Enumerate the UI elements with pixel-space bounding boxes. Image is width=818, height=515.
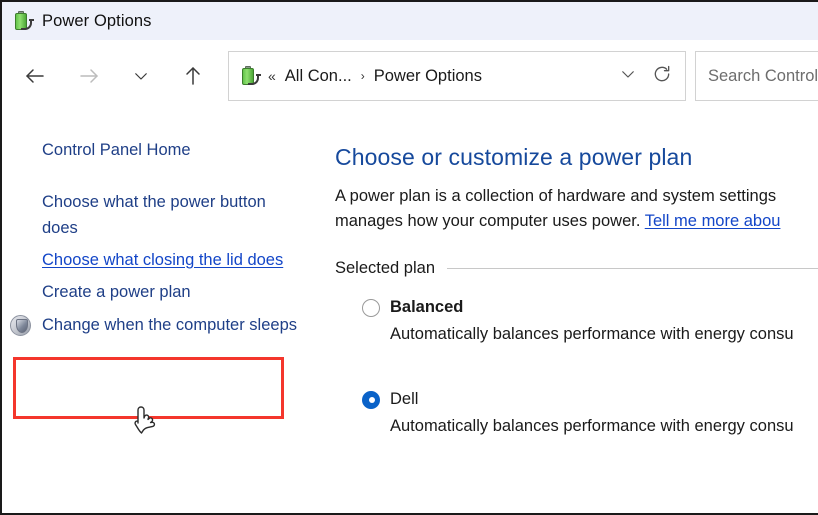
up-one-level-button[interactable] bbox=[172, 55, 214, 97]
sidebar-item-power-button-does[interactable]: Choose what the power button does bbox=[2, 189, 318, 241]
sidebar-item-control-panel-home[interactable]: Control Panel Home bbox=[2, 137, 318, 163]
group-label: Selected plan bbox=[335, 259, 435, 278]
plan-name: Balanced bbox=[390, 298, 463, 317]
breadcrumb-separator-icon: › bbox=[361, 69, 365, 83]
refresh-button[interactable] bbox=[645, 59, 679, 93]
power-plan-battery-icon bbox=[12, 10, 34, 32]
forward-button[interactable] bbox=[68, 55, 110, 97]
group-header: Selected plan bbox=[335, 259, 818, 278]
breadcrumb-overflow-icon[interactable]: « bbox=[268, 68, 276, 84]
plan-row[interactable]: Dell bbox=[362, 390, 818, 409]
recent-locations-button[interactable] bbox=[120, 55, 162, 97]
tell-me-more-link[interactable]: Tell me more abou bbox=[645, 212, 781, 230]
window-title: Power Options bbox=[42, 12, 152, 31]
arrow-left-icon bbox=[23, 64, 47, 88]
sidebar: Control Panel Home Choose what the power… bbox=[2, 114, 318, 515]
plan-description: Automatically balances performance with … bbox=[362, 417, 818, 436]
radio-balanced[interactable] bbox=[362, 299, 380, 317]
address-dropdown-button[interactable] bbox=[611, 59, 645, 93]
shield-icon bbox=[10, 315, 31, 336]
sidebar-item-closing-lid-does[interactable]: Choose what closing the lid does bbox=[2, 247, 318, 273]
address-bar[interactable]: « All Con... › Power Options bbox=[228, 51, 686, 101]
radio-dell[interactable] bbox=[362, 391, 380, 409]
navigation-bar: « All Con... › Power Options bbox=[2, 40, 818, 112]
plan-description: Automatically balances performance with … bbox=[362, 325, 818, 344]
selected-plan-group: Selected plan Balanced Automatically bal… bbox=[318, 259, 818, 436]
chevron-down-icon bbox=[619, 65, 637, 88]
arrow-right-icon bbox=[77, 64, 101, 88]
arrow-up-icon bbox=[181, 64, 205, 88]
title-bar: Power Options bbox=[2, 2, 818, 40]
breadcrumb-power-options[interactable]: Power Options bbox=[374, 67, 482, 86]
chevron-down-icon bbox=[132, 67, 150, 85]
group-divider bbox=[447, 268, 818, 269]
plan-row[interactable]: Balanced bbox=[362, 298, 818, 317]
page-description-line1: A power plan is a collection of hardware… bbox=[335, 187, 776, 205]
sidebar-item-create-a-power-plan[interactable]: Create a power plan bbox=[2, 279, 318, 305]
sidebar-item-label: Change when the computer sleeps bbox=[42, 316, 297, 334]
search-input[interactable] bbox=[708, 67, 818, 86]
plan-option-dell[interactable]: Dell Automatically balances performance … bbox=[335, 390, 818, 436]
sidebar-item-change-when-computer-sleeps[interactable]: Change when the computer sleeps bbox=[2, 312, 318, 338]
hand-pointer-cursor bbox=[129, 403, 157, 439]
plan-option-balanced[interactable]: Balanced Automatically balances performa… bbox=[335, 298, 818, 344]
power-options-window: Power Options bbox=[0, 0, 818, 515]
content-pane: Choose or customize a power plan A power… bbox=[318, 114, 818, 515]
page-description: A power plan is a collection of hardware… bbox=[318, 184, 818, 234]
search-box[interactable] bbox=[695, 51, 818, 101]
breadcrumb-all-control-panel-items[interactable]: All Con... bbox=[285, 67, 352, 86]
back-button[interactable] bbox=[14, 55, 56, 97]
page-title: Choose or customize a power plan bbox=[318, 144, 818, 171]
plan-name: Dell bbox=[390, 390, 418, 409]
plan-spacer bbox=[335, 344, 818, 370]
refresh-icon bbox=[652, 64, 672, 89]
page-description-line2: manages how your computer uses power. bbox=[335, 212, 640, 230]
address-bar-power-plan-battery-icon bbox=[239, 65, 261, 87]
